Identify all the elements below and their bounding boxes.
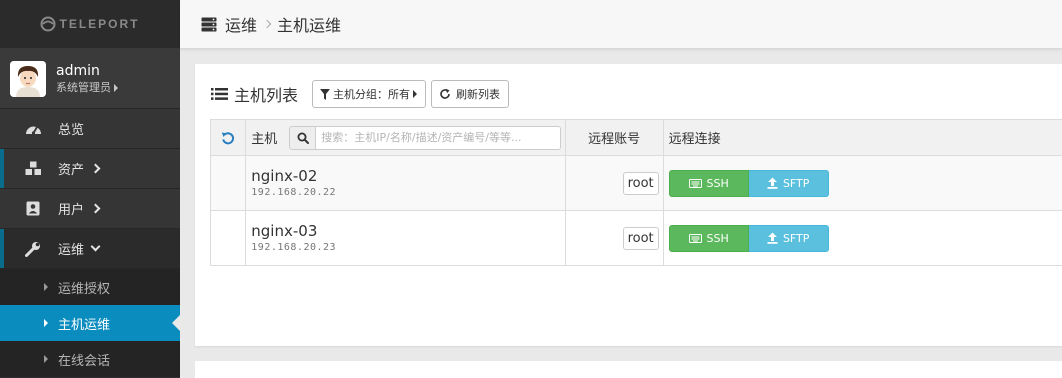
breadcrumb-parent[interactable]: 运维 bbox=[225, 12, 257, 36]
subnav-item-ops-auth[interactable]: 运维授权 bbox=[0, 269, 180, 305]
sidebar-item-dashboard[interactable]: 总览 bbox=[0, 109, 180, 149]
refresh-icon bbox=[440, 88, 450, 99]
table-row: nginx-02 192.168.20.22 root SSH SFTP bbox=[209, 155, 1062, 211]
host-list-panel: 主机列表 主机分组： 所有 刷新列表 主机 搜索：主机IP/名称/描述/资产编号… bbox=[195, 64, 1062, 346]
panel-title: 主机列表 bbox=[211, 82, 298, 106]
upload-icon bbox=[767, 177, 778, 189]
ssh-button[interactable]: SSH bbox=[668, 169, 749, 197]
user-box[interactable]: admin 系统管理员 bbox=[0, 49, 180, 109]
chevron-right-icon bbox=[90, 203, 101, 214]
filter-icon bbox=[320, 88, 331, 100]
search-input[interactable] bbox=[316, 126, 561, 149]
secondary-panel bbox=[195, 361, 1062, 378]
search-icon[interactable] bbox=[290, 126, 317, 149]
dashboard-icon bbox=[24, 121, 42, 137]
caret-right-icon bbox=[114, 83, 118, 92]
sidebar: TELEPORT admin 系统管理员 总览 资产 用户 运维 运维授权 主机… bbox=[0, 0, 180, 378]
avatar bbox=[10, 60, 46, 97]
wrench-icon bbox=[24, 241, 42, 257]
caret-right-icon bbox=[44, 283, 48, 291]
subnav-item-online-sessions[interactable]: 在线会话 bbox=[0, 341, 180, 377]
cubes-icon bbox=[24, 161, 42, 177]
sidebar-item-label: 总览 bbox=[58, 123, 85, 138]
host-name: nginx-02 bbox=[251, 166, 318, 185]
sftp-button[interactable]: SFTP bbox=[748, 169, 829, 197]
account-badge: root bbox=[622, 226, 659, 250]
host-group-filter-button[interactable]: 主机分组： 所有 bbox=[312, 80, 427, 108]
reset-column-header[interactable] bbox=[209, 119, 247, 156]
breadcrumb: 运维 主机运维 bbox=[180, 0, 1062, 49]
logo-text: TELEPORT bbox=[59, 17, 140, 31]
user-role[interactable]: 系统管理员 bbox=[56, 80, 118, 96]
caret-right-icon bbox=[44, 355, 48, 363]
table-header-row: 主机 远程账号 远程连接 bbox=[209, 119, 1062, 156]
logo[interactable]: TELEPORT bbox=[0, 0, 180, 49]
chevron-right-icon bbox=[90, 163, 101, 174]
user-card-icon bbox=[24, 201, 42, 217]
account-badge: root bbox=[622, 171, 659, 195]
sidebar-subnav: 运维授权 主机运维 在线会话 bbox=[0, 269, 180, 377]
host-table: 主机 远程账号 远程连接 nginx-02 bbox=[209, 119, 1062, 266]
keyboard-icon bbox=[688, 178, 702, 188]
host-column-header: 主机 bbox=[251, 132, 278, 147]
user-name: admin bbox=[56, 62, 100, 79]
caret-right-icon bbox=[44, 319, 48, 327]
host-ip: 192.168.20.23 bbox=[251, 241, 337, 253]
teleport-logo-icon bbox=[40, 16, 56, 32]
sidebar-item-ops[interactable]: 运维 bbox=[0, 229, 180, 269]
undo-icon bbox=[221, 131, 235, 144]
chevron-down-icon bbox=[90, 241, 101, 252]
host-search bbox=[289, 125, 562, 150]
host-ip: 192.168.20.22 bbox=[251, 186, 337, 198]
host-name: nginx-03 bbox=[251, 221, 318, 240]
breadcrumb-separator-icon bbox=[262, 19, 272, 29]
caret-right-icon bbox=[413, 90, 418, 98]
ssh-button[interactable]: SSH bbox=[668, 224, 749, 252]
sidebar-nav: 总览 资产 用户 运维 bbox=[0, 109, 180, 269]
connect-column-header: 远程连接 bbox=[662, 119, 1062, 156]
upload-icon bbox=[767, 232, 778, 244]
sidebar-item-users[interactable]: 用户 bbox=[0, 189, 180, 229]
account-column-header: 远程账号 bbox=[564, 119, 664, 156]
sidebar-item-label: 用户 bbox=[58, 203, 85, 218]
breadcrumb-current: 主机运维 bbox=[277, 16, 342, 35]
sidebar-item-label: 运维 bbox=[58, 243, 85, 258]
list-icon bbox=[211, 88, 228, 100]
table-row: nginx-03 192.168.20.23 root SSH SFTP bbox=[209, 210, 1062, 266]
refresh-list-button[interactable]: 刷新列表 bbox=[431, 80, 510, 108]
sidebar-item-label: 资产 bbox=[58, 163, 85, 178]
sidebar-item-assets[interactable]: 资产 bbox=[0, 149, 180, 189]
sftp-button[interactable]: SFTP bbox=[748, 224, 829, 252]
server-icon bbox=[201, 17, 217, 31]
keyboard-icon bbox=[688, 233, 702, 243]
subnav-item-host-ops[interactable]: 主机运维 bbox=[0, 305, 180, 341]
